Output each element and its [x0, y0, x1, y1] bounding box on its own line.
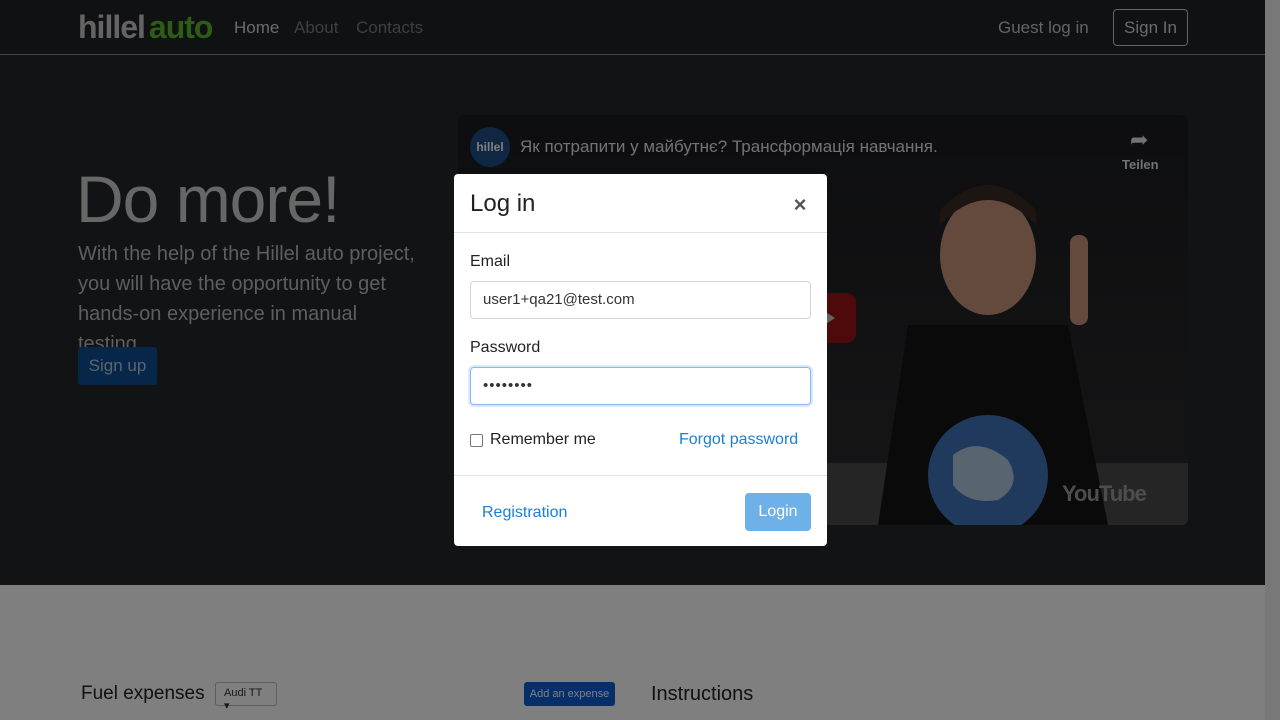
login-modal: Log in × Email user1+qa21@test.com Passw…: [454, 174, 827, 546]
modal-title: Log in: [470, 190, 536, 217]
modal-header: Log in ×: [454, 174, 827, 233]
password-label: Password: [470, 339, 541, 356]
modal-footer: Registration Login: [454, 475, 827, 546]
registration-link[interactable]: Registration: [482, 504, 567, 522]
forgot-password-link[interactable]: Forgot password: [679, 431, 798, 449]
remember-me-label[interactable]: Remember me: [490, 431, 596, 449]
login-button[interactable]: Login: [745, 493, 811, 531]
password-field[interactable]: ••••••••: [470, 367, 811, 405]
remember-me-checkbox[interactable]: [470, 434, 483, 447]
email-field[interactable]: user1+qa21@test.com: [470, 281, 811, 319]
email-label: Email: [470, 253, 511, 270]
close-icon[interactable]: ×: [790, 192, 810, 218]
